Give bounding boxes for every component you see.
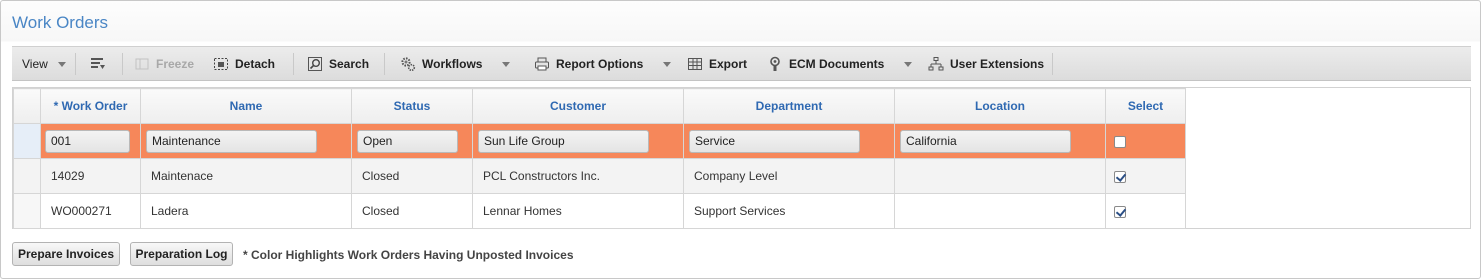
- highlight-legend-note: * Color Highlights Work Orders Having Un…: [243, 248, 574, 262]
- location-field[interactable]: California: [900, 129, 1071, 153]
- workflows-gear-icon: [401, 57, 416, 72]
- toolbar-divider: [1052, 53, 1053, 75]
- freeze-button[interactable]: Freeze: [134, 47, 194, 81]
- name-cell: Maintenance: [140, 123, 352, 159]
- table-row[interactable]: 14029 Maintenace Closed PCL Constructors…: [13, 158, 1186, 194]
- row-header-corner: [13, 88, 41, 124]
- column-header-work-order[interactable]: * Work Order: [40, 88, 141, 124]
- view-menu-button[interactable]: View: [22, 47, 66, 81]
- department-field[interactable]: Service: [689, 129, 860, 153]
- caret-down-icon: [502, 61, 511, 67]
- name-cell: Ladera: [140, 193, 352, 229]
- workflows-menu-button[interactable]: Workflows: [400, 47, 511, 81]
- toolbar-divider: [384, 53, 385, 75]
- table-header-row: * Work Order Name Status Customer Depart…: [13, 88, 1186, 124]
- work-orders-grid: * Work Order Name Status Customer Depart…: [12, 87, 1471, 229]
- customer-cell: Lennar Homes: [472, 193, 684, 229]
- report-options-label: Report Options: [556, 57, 644, 71]
- export-label: Export: [709, 57, 748, 71]
- toolbar-divider: [293, 53, 294, 75]
- row-selector[interactable]: [13, 123, 41, 159]
- location-cell: [894, 193, 1106, 229]
- row-selector[interactable]: [13, 158, 41, 194]
- row-selector[interactable]: [13, 193, 41, 229]
- column-header-select[interactable]: Select: [1105, 88, 1186, 124]
- department-cell: Service: [683, 123, 895, 159]
- caret-down-icon: [663, 61, 672, 67]
- page-title: Work Orders: [12, 13, 109, 32]
- toolbar-divider: [122, 53, 123, 75]
- select-cell: [1105, 123, 1186, 159]
- select-cell: [1105, 158, 1186, 194]
- user-extensions-icon: [928, 57, 944, 71]
- status-field[interactable]: Open: [357, 129, 458, 153]
- name-cell: Maintenace: [140, 158, 352, 194]
- workflows-label: Workflows: [422, 57, 483, 71]
- column-settings-icon: [91, 58, 105, 69]
- work-order-cell: WO000271: [40, 193, 141, 229]
- customer-cell: Sun Life Group: [472, 123, 684, 159]
- column-header-department[interactable]: Department: [683, 88, 895, 124]
- prepare-invoices-button[interactable]: Prepare Invoices: [12, 242, 120, 266]
- select-cell: [1105, 193, 1186, 229]
- table-row[interactable]: WO000271 Ladera Closed Lennar Homes Supp…: [13, 193, 1186, 229]
- export-grid-icon: [688, 58, 702, 70]
- ecm-document-icon: [770, 56, 780, 71]
- select-checkbox[interactable]: [1114, 205, 1126, 218]
- user-extensions-button[interactable]: User Extensions: [928, 47, 1044, 81]
- column-header-status[interactable]: Status: [351, 88, 473, 124]
- caret-down-icon: [904, 61, 913, 67]
- search-icon: [308, 57, 322, 71]
- view-label: View: [22, 57, 48, 71]
- search-button[interactable]: Search: [307, 47, 369, 81]
- status-cell: Open: [351, 123, 473, 159]
- work-order-cell: 14029: [40, 158, 141, 194]
- name-field[interactable]: Maintenance: [146, 129, 317, 153]
- freeze-label: Freeze: [156, 57, 195, 71]
- department-cell: Company Level: [683, 158, 895, 194]
- ecm-documents-label: ECM Documents: [789, 57, 885, 71]
- detach-label: Detach: [235, 57, 276, 71]
- select-checkbox[interactable]: [1114, 135, 1126, 148]
- location-cell: California: [894, 123, 1106, 159]
- work-order-cell: 001: [40, 123, 141, 159]
- toolbar-divider: [75, 53, 76, 75]
- column-header-customer[interactable]: Customer: [472, 88, 684, 124]
- printer-icon: [535, 57, 549, 71]
- export-button[interactable]: Export: [687, 47, 747, 81]
- customer-cell: PCL Constructors Inc.: [472, 158, 684, 194]
- status-cell: Closed: [351, 193, 473, 229]
- search-label: Search: [329, 57, 370, 71]
- column-settings-button[interactable]: [90, 47, 106, 81]
- report-options-menu-button[interactable]: Report Options: [534, 47, 672, 81]
- department-cell: Support Services: [683, 193, 895, 229]
- status-cell: Closed: [351, 158, 473, 194]
- ecm-documents-menu-button[interactable]: ECM Documents: [767, 47, 913, 81]
- detach-button[interactable]: Detach: [213, 47, 275, 81]
- select-checkbox[interactable]: [1114, 170, 1126, 183]
- toolbar: View Freeze Detach Search Workflows Repo…: [12, 46, 1471, 81]
- customer-field[interactable]: Sun Life Group: [478, 129, 649, 153]
- column-header-name[interactable]: Name: [140, 88, 352, 124]
- detach-icon: [214, 58, 228, 70]
- user-extensions-label: User Extensions: [950, 57, 1045, 71]
- work-orders-table: * Work Order Name Status Customer Depart…: [13, 88, 1186, 229]
- location-cell: [894, 158, 1106, 194]
- freeze-icon: [135, 58, 149, 70]
- caret-down-icon: [57, 61, 66, 67]
- preparation-log-button[interactable]: Preparation Log: [130, 242, 233, 266]
- column-header-location[interactable]: Location: [894, 88, 1106, 124]
- table-row[interactable]: 001 Maintenance Open Sun Life Group Serv…: [13, 123, 1186, 159]
- work-order-field[interactable]: 001: [45, 129, 130, 153]
- work-orders-window: Work Orders View Freeze Detach Search Wo…: [0, 0, 1481, 279]
